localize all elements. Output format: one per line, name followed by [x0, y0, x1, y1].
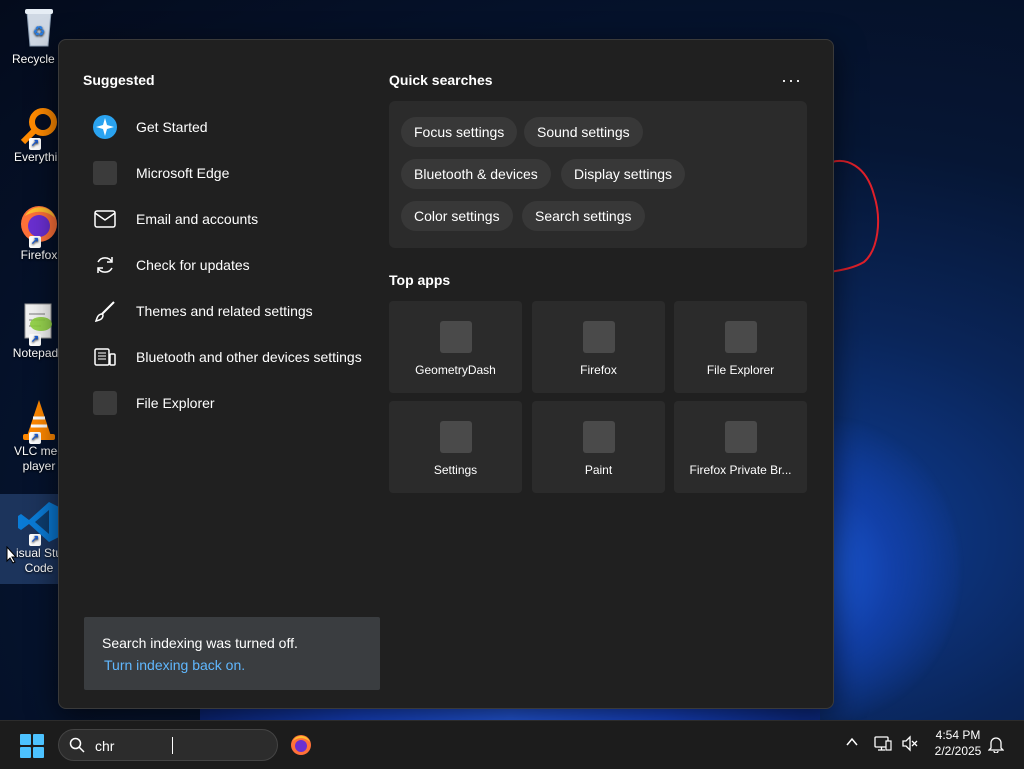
get-started-icon — [92, 114, 118, 140]
top-app-label: Firefox Private Br... — [689, 463, 792, 477]
suggested-item-label: Microsoft Edge — [136, 165, 230, 181]
quick-searches-heading: Quick searches — [389, 72, 493, 88]
shortcut-arrow-icon: ↗ — [29, 334, 41, 346]
start-button[interactable] — [20, 734, 44, 758]
top-app-firefox-private[interactable]: Firefox Private Br... — [674, 401, 807, 493]
indexing-message: Search indexing was turned off. — [102, 635, 298, 651]
suggested-item-microsoft-edge[interactable]: Microsoft Edge — [83, 150, 373, 196]
top-app-label: GeometryDash — [415, 363, 496, 377]
turn-indexing-on-link[interactable]: Turn indexing back on. — [104, 657, 245, 673]
devices-icon — [92, 344, 118, 370]
notification-bell-icon[interactable] — [988, 735, 1004, 753]
suggested-item-email-accounts[interactable]: Email and accounts — [83, 196, 373, 242]
network-icon[interactable] — [874, 735, 892, 753]
edge-placeholder-icon — [92, 160, 118, 186]
search-input[interactable] — [93, 735, 267, 757]
app-placeholder-icon — [582, 321, 615, 353]
chip-sound-settings[interactable]: Sound settings — [524, 117, 643, 147]
vscode-icon: ↗ — [17, 500, 61, 546]
quick-searches-box: Focus settings Sound settings Bluetooth … — [389, 101, 807, 248]
top-app-paint[interactable]: Paint — [532, 401, 665, 493]
app-placeholder-icon — [724, 321, 757, 353]
suggested-item-label: Email and accounts — [136, 211, 259, 227]
top-app-label: Firefox — [580, 363, 617, 377]
suggested-item-label: File Explorer — [136, 395, 215, 411]
chip-color-settings[interactable]: Color settings — [401, 201, 513, 231]
mail-icon — [92, 206, 118, 232]
shortcut-arrow-icon: ↗ — [29, 432, 41, 444]
search-flyout: Suggested Get Started Microsoft Edge Ema… — [58, 39, 834, 709]
text-caret — [172, 737, 173, 754]
suggested-item-bluetooth-devices[interactable]: Bluetooth and other devices settings — [83, 334, 373, 380]
refresh-icon — [92, 252, 118, 278]
chip-bluetooth-devices[interactable]: Bluetooth & devices — [401, 159, 551, 189]
svg-text:♻: ♻ — [33, 23, 46, 39]
brush-icon — [92, 298, 118, 324]
clock-date: 2/2/2025 — [934, 744, 982, 758]
suggested-item-label: Get Started — [136, 119, 208, 135]
app-placeholder-icon — [582, 421, 615, 453]
system-clock[interactable]: 4:54 PM 2/2/2025 — [924, 727, 992, 759]
app-placeholder-icon — [439, 421, 472, 453]
chip-search-settings[interactable]: Search settings — [522, 201, 645, 231]
file-explorer-placeholder-icon — [92, 390, 118, 416]
volume-muted-icon[interactable] — [901, 735, 919, 753]
search-icon — [69, 737, 85, 753]
suggested-item-get-started[interactable]: Get Started — [83, 104, 373, 150]
suggested-item-label: Themes and related settings — [136, 303, 313, 319]
firefox-icon: ↗ — [17, 202, 61, 248]
notepad-plus-plus-icon: ↗ — [17, 300, 61, 346]
top-app-label: Paint — [584, 463, 613, 477]
top-app-settings[interactable]: Settings — [389, 401, 522, 493]
suggested-item-label: Check for updates — [136, 257, 250, 273]
suggested-list: Get Started Microsoft Edge Email and acc… — [83, 104, 373, 426]
taskbar-firefox-icon[interactable] — [289, 733, 313, 757]
more-options-button[interactable]: ··· — [781, 70, 802, 91]
suggested-item-themes[interactable]: Themes and related settings — [83, 288, 373, 334]
mouse-cursor-icon — [6, 546, 18, 564]
taskbar-search-box[interactable] — [58, 729, 278, 761]
suggested-item-label: Bluetooth and other devices settings — [136, 349, 362, 365]
shortcut-arrow-icon: ↗ — [29, 138, 41, 150]
red-scribble-annotation — [829, 160, 880, 273]
top-app-geometrydash[interactable]: GeometryDash — [389, 301, 522, 393]
app-placeholder-icon — [724, 421, 757, 453]
top-app-firefox[interactable]: Firefox — [532, 301, 665, 393]
app-placeholder-icon — [439, 321, 472, 353]
top-apps-heading: Top apps — [389, 272, 451, 288]
suggested-item-file-explorer[interactable]: File Explorer — [83, 380, 373, 426]
clock-time: 4:54 PM — [935, 728, 981, 742]
suggested-heading: Suggested — [83, 72, 155, 88]
shortcut-arrow-icon: ↗ — [29, 236, 41, 248]
chip-focus-settings[interactable]: Focus settings — [401, 117, 518, 147]
shortcut-arrow-icon: ↗ — [29, 534, 41, 546]
suggested-item-check-updates[interactable]: Check for updates — [83, 242, 373, 288]
recycle-bin-icon: ♻ — [17, 6, 61, 50]
vlc-icon: ↗ — [17, 398, 61, 444]
taskbar: 4:54 PM 2/2/2025 — [0, 720, 1024, 769]
chip-display-settings[interactable]: Display settings — [561, 159, 686, 189]
show-hidden-icons-chevron-icon[interactable] — [845, 735, 859, 749]
top-app-label: Settings — [433, 463, 478, 477]
top-app-label: File Explorer — [706, 363, 775, 377]
everything-search-icon: ↗ — [17, 104, 61, 150]
top-app-file-explorer[interactable]: File Explorer — [674, 301, 807, 393]
indexing-notice: Search indexing was turned off. Turn ind… — [84, 617, 380, 690]
